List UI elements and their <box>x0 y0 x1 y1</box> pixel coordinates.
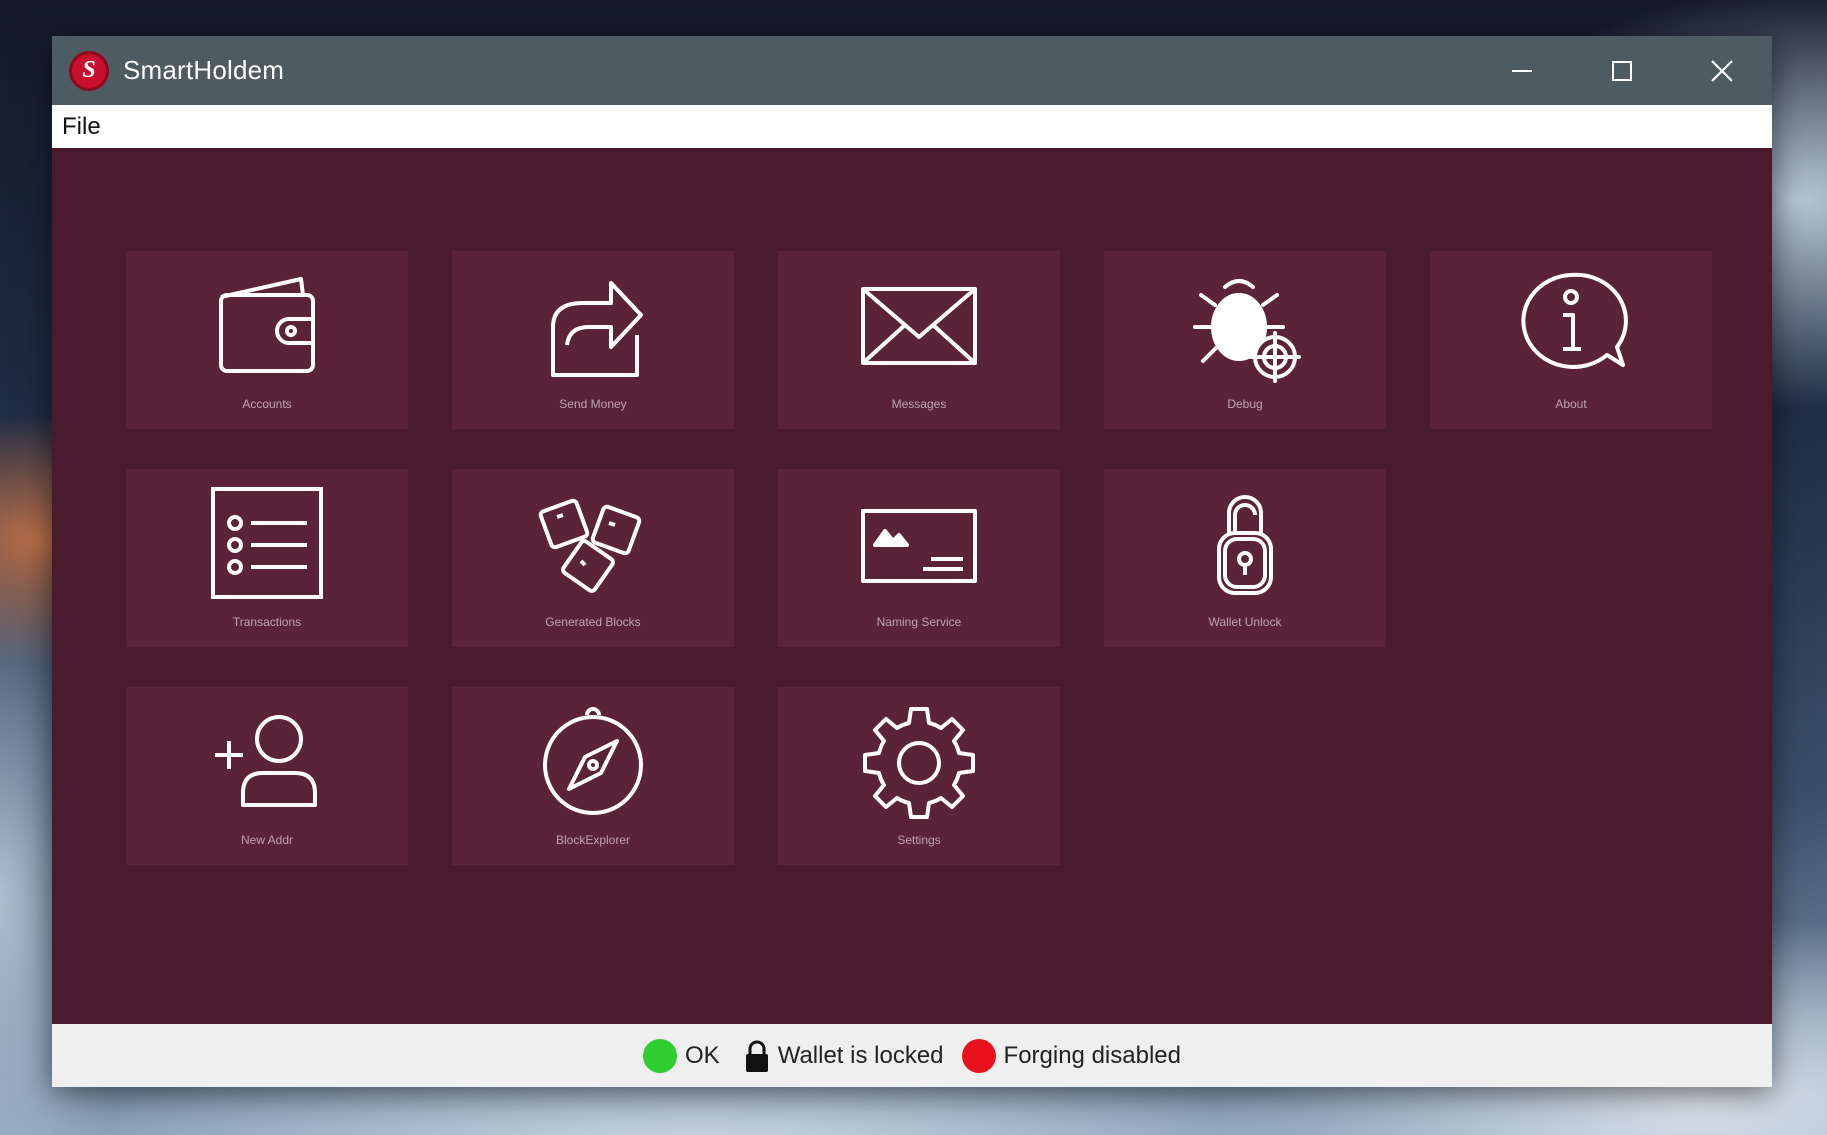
status-forging: Forging disabled <box>961 1038 1181 1073</box>
status-connection: OK <box>643 1038 720 1073</box>
tile-about[interactable]: About <box>1430 251 1712 429</box>
status-forging-label: Forging disabled <box>1003 1041 1181 1069</box>
tile-send-money[interactable]: Send Money <box>452 251 734 429</box>
info-bubble-icon <box>1521 272 1628 369</box>
tile-label: New Addr <box>240 833 294 847</box>
menu-bar: File <box>52 105 1772 148</box>
compass-icon <box>543 707 643 815</box>
blocks-icon <box>538 498 642 593</box>
tile-generated-blocks[interactable]: Generated Blocks <box>452 469 734 647</box>
tile-naming-service[interactable]: Naming Service <box>778 469 1060 647</box>
tile-new-addr[interactable]: New Addr <box>126 687 408 865</box>
minimize-button[interactable] <box>1472 36 1572 105</box>
app-window: S SmartHoldem File Accounts Send Money M… <box>52 36 1772 1087</box>
tile-label: Wallet Unlock <box>1208 615 1282 629</box>
tile-wallet-unlock[interactable]: Wallet Unlock <box>1104 469 1386 647</box>
status-wallet: Wallet is locked <box>744 1039 944 1073</box>
tile-settings[interactable]: Settings <box>778 687 1060 865</box>
gear-icon <box>863 707 975 819</box>
list-icon <box>211 487 323 599</box>
tile-transactions[interactable]: Transactions <box>126 469 408 647</box>
padlock-open-icon <box>1217 495 1273 595</box>
tile-label: BlockExplorer <box>555 833 631 847</box>
tile-label: Debug <box>1227 397 1263 411</box>
share-arrow-icon <box>551 281 643 377</box>
close-icon <box>1711 59 1733 82</box>
menu-file[interactable]: File <box>52 113 111 141</box>
tile-label: Generated Blocks <box>545 615 641 629</box>
app-logo-icon: S <box>69 50 109 91</box>
tile-label: Transactions <box>232 615 302 629</box>
lock-icon <box>745 1040 768 1072</box>
status-wallet-label: Wallet is locked <box>777 1041 944 1069</box>
minimize-icon <box>1512 69 1532 72</box>
status-bar: OK Wallet is locked Forging disabled <box>52 1024 1772 1087</box>
maximize-icon <box>1612 60 1632 81</box>
status-connection-label: OK <box>685 1041 720 1069</box>
tile-messages[interactable]: Messages <box>778 251 1060 429</box>
tile-label: About <box>1555 397 1587 411</box>
wallet-icon <box>219 277 315 373</box>
bug-icon <box>1193 279 1301 383</box>
status-ok-indicator-icon <box>643 1038 677 1073</box>
card-icon <box>861 509 977 583</box>
envelope-icon <box>861 287 977 365</box>
maximize-button[interactable] <box>1572 36 1672 105</box>
add-user-icon <box>215 715 317 807</box>
tile-label: Send Money <box>559 397 627 411</box>
tile-debug[interactable]: Debug <box>1104 251 1386 429</box>
tile-label: Accounts <box>242 397 292 411</box>
tile-label: Settings <box>897 833 941 847</box>
status-forging-indicator-icon <box>961 1038 996 1073</box>
window-title: SmartHoldem <box>123 55 285 85</box>
tile-label: Messages <box>891 397 947 411</box>
title-bar[interactable]: S SmartHoldem <box>52 36 1772 105</box>
tile-block-explorer[interactable]: BlockExplorer <box>452 687 734 865</box>
tile-label: Naming Service <box>876 615 962 629</box>
tile-accounts[interactable]: Accounts <box>126 251 408 429</box>
close-button[interactable] <box>1672 36 1772 105</box>
dashboard-grid: Accounts Send Money Messages Debug About… <box>52 148 1772 1024</box>
